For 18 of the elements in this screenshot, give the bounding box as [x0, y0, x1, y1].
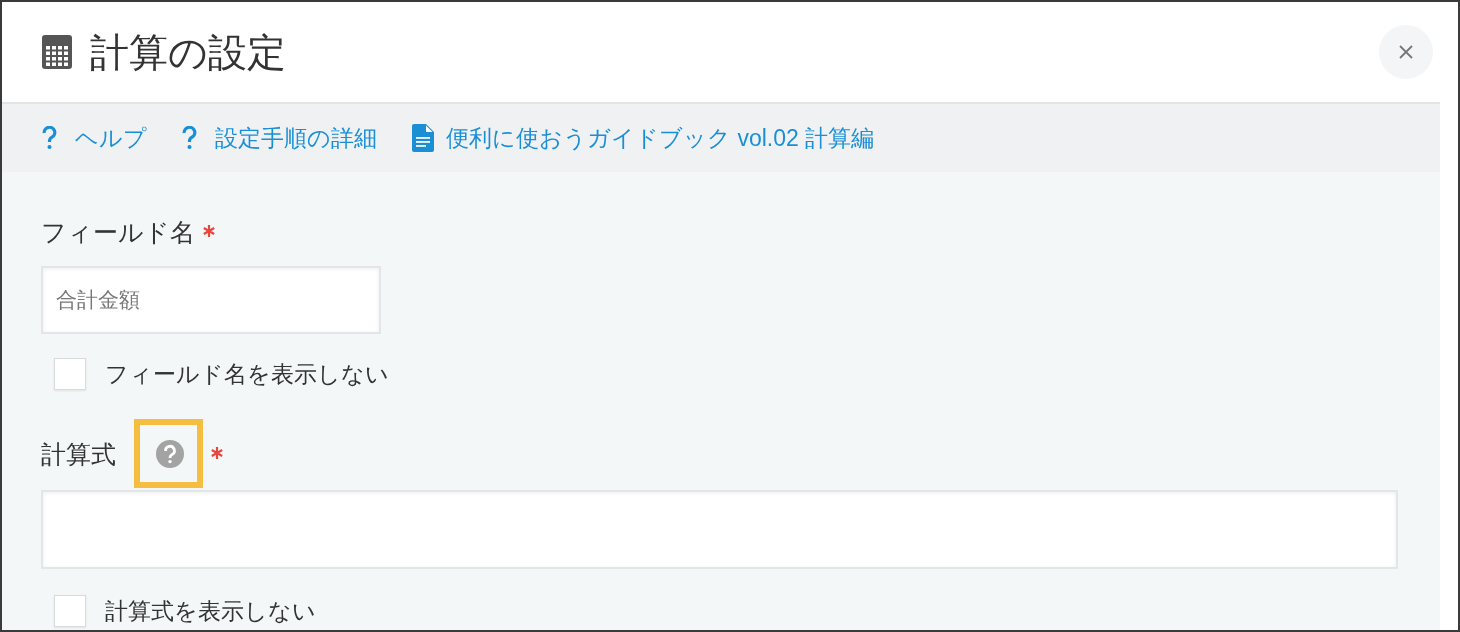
question-mark-icon: [182, 126, 197, 150]
checkbox-label[interactable]: 計算式を表示しない: [105, 599, 316, 623]
help-link[interactable]: 便利に使おうガイドブック vol.02 計算編: [412, 120, 875, 156]
help-link[interactable]: ヘルプ: [42, 120, 147, 156]
help-icon[interactable]: [156, 440, 184, 468]
checkbox[interactable]: [54, 595, 86, 627]
formula-input[interactable]: [41, 490, 1398, 569]
question-mark-icon: [42, 126, 57, 150]
field-label: 計算式: [41, 441, 116, 467]
checkbox-label[interactable]: フィールド名を表示しない: [105, 362, 389, 386]
field-label: フィールド名: [41, 219, 195, 245]
close-icon: [1399, 45, 1413, 59]
checkbox[interactable]: [54, 358, 86, 390]
dialog-title: 計算の設定: [90, 32, 286, 72]
document-icon: [412, 124, 434, 152]
calculator-icon: [42, 35, 72, 69]
help-link[interactable]: 設定手順の詳細: [182, 120, 377, 156]
field-name-input[interactable]: 合計金額: [41, 266, 381, 334]
